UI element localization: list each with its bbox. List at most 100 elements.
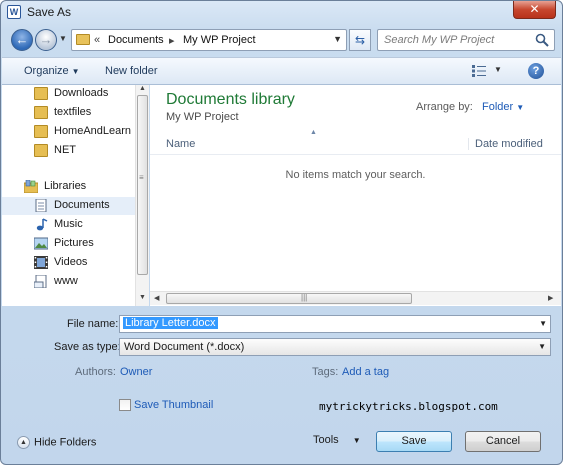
file-name-input[interactable]: Library Letter.docx <box>123 317 218 329</box>
command-toolbar: Organize ▼ New folder ▼ ? <box>2 57 561 85</box>
folder-icon <box>34 106 48 119</box>
save-thumbnail-label[interactable]: Save Thumbnail <box>134 399 213 411</box>
sort-ascending-icon: ▲ <box>310 129 317 136</box>
chevron-down-icon: ▼ <box>516 103 525 112</box>
nav-item-label: Videos <box>54 256 88 268</box>
file-list-pane: Documents library My WP Project Arrange … <box>150 85 561 306</box>
column-header: ▲ Name Date modified <box>150 129 561 155</box>
nav-item-downloads[interactable]: Downloads <box>2 85 136 103</box>
nav-item-net[interactable]: NET <box>2 142 136 160</box>
views-dropdown-icon[interactable]: ▼ <box>494 65 502 74</box>
folder-icon <box>34 144 48 157</box>
hide-folders-button[interactable]: ▲ Hide Folders <box>17 436 96 449</box>
hide-folders-label: Hide Folders <box>34 436 97 449</box>
chevron-down-icon: ▼ <box>352 436 361 445</box>
address-bar[interactable]: « Documents ▸ My WP Project ▼ <box>71 29 347 51</box>
breadcrumb-documents[interactable]: Documents <box>108 34 164 46</box>
crumb-overflow-icon[interactable]: « <box>94 34 100 46</box>
nav-item-label: NET <box>54 144 76 156</box>
navigation-pane: Downloads textfiles HomeAndLearn NET Lib… <box>2 85 149 306</box>
nav-item-label: Documents <box>54 199 110 211</box>
refresh-button[interactable]: ⇆ <box>349 29 371 51</box>
scroll-up-icon[interactable]: ▲ <box>139 85 146 92</box>
tags-field[interactable]: Add a tag <box>342 366 389 378</box>
column-name[interactable]: Name <box>166 138 195 150</box>
nav-item-pictures[interactable]: Pictures <box>2 235 136 253</box>
organize-button[interactable]: Organize ▼ <box>24 65 80 77</box>
nav-item-documents[interactable]: Documents <box>2 197 136 215</box>
nav-item-libraries[interactable]: Libraries <box>2 178 136 196</box>
empty-message: No items match your search. <box>285 169 426 181</box>
scroll-down-icon[interactable]: ▼ <box>139 294 146 301</box>
folder-icon <box>76 34 90 45</box>
recent-pages-dropdown[interactable]: ▼ <box>59 35 67 43</box>
chevron-up-icon: ▲ <box>17 436 30 449</box>
scroll-right-icon[interactable]: ▶ <box>548 294 553 302</box>
column-date-modified[interactable]: Date modified <box>468 138 543 150</box>
scroll-left-icon[interactable]: ◀ <box>154 294 159 302</box>
grip-icon: ||| <box>301 293 308 302</box>
chevron-down-icon: ▼ <box>538 342 546 351</box>
nav-item-label: HomeAndLearn <box>54 125 132 137</box>
tags-label: Tags: <box>312 366 339 378</box>
nav-item-label: Pictures <box>54 237 94 249</box>
save-as-dialog: W Save As ✕ ← → ▼ « Documents ▸ My WP Pr… <box>0 0 563 465</box>
save-as-type-value: Word Document (*.docx) <box>124 341 245 353</box>
authors-field[interactable]: Owner <box>120 366 152 378</box>
library-subtitle: My WP Project <box>166 111 239 123</box>
file-list-scrollbar[interactable]: ◀ ||| ▶ <box>150 291 561 305</box>
music-icon <box>36 218 48 231</box>
nav-pane-scrollbar[interactable]: ▲ ≡ ▼ <box>135 85 149 306</box>
title-bar: W Save As ✕ <box>1 1 562 23</box>
forward-button[interactable]: → <box>35 29 57 51</box>
change-view-icon[interactable] <box>472 65 486 77</box>
grip-icon: ≡ <box>139 173 144 182</box>
chevron-right-icon[interactable]: ▸ <box>169 34 175 47</box>
scrollbar-thumb[interactable]: ||| <box>166 293 412 304</box>
folder-icon <box>34 125 48 138</box>
www-library-icon <box>34 275 47 288</box>
nav-item-label: Music <box>54 218 83 230</box>
breadcrumb-my-wp-project[interactable]: My WP Project <box>183 34 256 46</box>
libraries-icon <box>24 180 38 193</box>
arrange-by-value: Folder <box>482 101 514 113</box>
save-button[interactable]: Save <box>376 431 452 452</box>
nav-item-label: Downloads <box>54 87 109 99</box>
videos-icon <box>34 256 48 269</box>
authors-label: Authors: <box>75 366 116 378</box>
word-app-icon: W <box>7 5 21 19</box>
search-box[interactable] <box>377 29 555 51</box>
search-icon[interactable] <box>535 33 549 47</box>
help-icon[interactable]: ? <box>528 63 544 79</box>
nav-item-music[interactable]: Music <box>2 216 136 234</box>
scrollbar-thumb[interactable] <box>137 95 148 275</box>
tools-dropdown[interactable]: Tools ▼ <box>313 434 361 446</box>
nav-item-homeandlearn[interactable]: HomeAndLearn <box>2 123 136 141</box>
nav-item-textfiles[interactable]: textfiles <box>2 104 136 122</box>
documents-library-icon <box>35 199 47 212</box>
back-button[interactable]: ← <box>11 29 33 51</box>
nav-item-videos[interactable]: Videos <box>2 254 136 272</box>
new-folder-button[interactable]: New folder <box>105 65 158 77</box>
save-thumbnail-checkbox[interactable] <box>119 399 131 411</box>
downloads-folder-icon <box>34 87 48 100</box>
library-title: Documents library <box>166 91 295 108</box>
nav-item-label: Libraries <box>44 180 87 192</box>
address-dropdown-icon[interactable]: ▼ <box>333 34 342 44</box>
cancel-button[interactable]: Cancel <box>465 431 541 452</box>
arrange-by-dropdown[interactable]: Folder ▼ <box>482 101 524 113</box>
close-button[interactable]: ✕ <box>513 1 556 19</box>
nav-item-label: textfiles <box>54 106 92 118</box>
organize-label: Organize <box>24 65 69 77</box>
nav-item-label: www <box>54 275 78 287</box>
chevron-down-icon: ▼ <box>71 67 80 76</box>
save-as-type-select[interactable]: Word Document (*.docx) ▼ <box>119 338 551 356</box>
chevron-down-icon[interactable]: ▼ <box>539 319 547 328</box>
nav-item-www[interactable]: www <box>2 273 136 291</box>
file-name-field[interactable]: Library Letter.docx ▼ <box>119 315 551 333</box>
search-input[interactable] <box>382 32 532 48</box>
save-as-type-label: Save as type: <box>54 341 121 353</box>
arrange-by-label: Arrange by: <box>416 101 473 113</box>
watermark-text: mytrickytricks.blogspot.com <box>319 400 498 413</box>
tools-label: Tools <box>313 434 339 446</box>
